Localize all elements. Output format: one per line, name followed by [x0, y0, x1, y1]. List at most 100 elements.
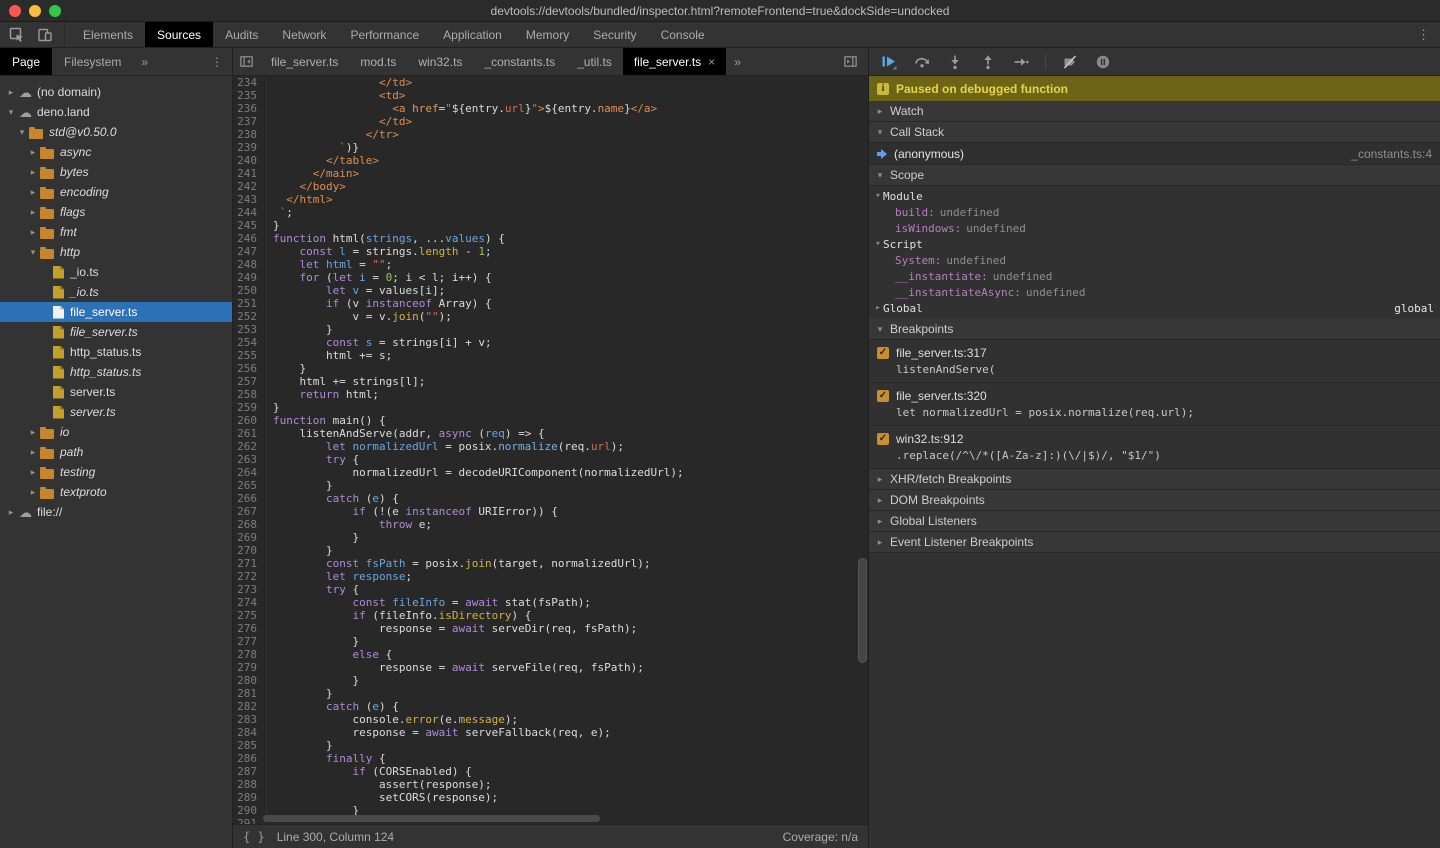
breakpoint-checkbox[interactable]: ✓: [877, 433, 889, 445]
line-number[interactable]: 261: [233, 427, 267, 440]
line-number[interactable]: 259: [233, 401, 267, 414]
main-tab-sources[interactable]: Sources: [145, 22, 213, 47]
breakpoint-checkbox[interactable]: ✓: [877, 347, 889, 359]
line-number[interactable]: 237: [233, 115, 267, 128]
editor-horizontal-scrollbar[interactable]: [263, 815, 600, 822]
tree-item-server.ts[interactable]: server.ts: [0, 382, 232, 402]
pretty-print-icon[interactable]: { }: [243, 830, 265, 844]
line-number[interactable]: 254: [233, 336, 267, 349]
line-number[interactable]: 247: [233, 245, 267, 258]
editor-tab-_constants.ts[interactable]: _constants.ts: [473, 48, 566, 75]
inspect-element-icon[interactable]: [8, 26, 26, 44]
line-number[interactable]: 266: [233, 492, 267, 505]
line-number[interactable]: 243: [233, 193, 267, 206]
scope-variable[interactable]: isWindows:undefined: [869, 220, 1440, 236]
call-stack-frame[interactable]: (anonymous)_constants.ts:4: [869, 143, 1440, 165]
main-tab-memory[interactable]: Memory: [514, 22, 581, 47]
breakpoint-checkbox[interactable]: ✓: [877, 390, 889, 402]
line-number[interactable]: 244: [233, 206, 267, 219]
line-number[interactable]: 279: [233, 661, 267, 674]
device-toolbar-icon[interactable]: [36, 26, 54, 44]
editor-tab-file_server.ts[interactable]: file_server.ts×: [623, 48, 726, 75]
tree-item-deno.land[interactable]: ▾☁deno.land: [0, 102, 232, 122]
line-number[interactable]: 250: [233, 284, 267, 297]
line-number[interactable]: 283: [233, 713, 267, 726]
tree-item-std@v0.50.0[interactable]: ▾std@v0.50.0: [0, 122, 232, 142]
line-number[interactable]: 248: [233, 258, 267, 271]
step-over-icon[interactable]: [913, 53, 931, 71]
line-number[interactable]: 240: [233, 154, 267, 167]
line-number[interactable]: 285: [233, 739, 267, 752]
main-tab-console[interactable]: Console: [649, 22, 717, 47]
line-number[interactable]: 272: [233, 570, 267, 583]
line-number[interactable]: 253: [233, 323, 267, 336]
line-number[interactable]: 252: [233, 310, 267, 323]
line-number[interactable]: 276: [233, 622, 267, 635]
main-menu-kebab-icon[interactable]: ⋮: [1407, 22, 1440, 47]
scope-group-script[interactable]: ▾Script: [869, 236, 1440, 252]
line-number[interactable]: 245: [233, 219, 267, 232]
main-tab-performance[interactable]: Performance: [338, 22, 431, 47]
tree-item-path[interactable]: ▸path: [0, 442, 232, 462]
line-number[interactable]: 269: [233, 531, 267, 544]
navigator-kebab-icon[interactable]: ⋮: [202, 48, 232, 75]
step-icon[interactable]: [1012, 53, 1030, 71]
line-number[interactable]: 242: [233, 180, 267, 193]
line-number[interactable]: 274: [233, 596, 267, 609]
section-watch[interactable]: ▸ Watch: [869, 101, 1440, 122]
step-out-icon[interactable]: [979, 53, 997, 71]
tree-item-async[interactable]: ▸async: [0, 142, 232, 162]
editor-tab-file_server.ts[interactable]: file_server.ts: [260, 48, 349, 75]
step-into-icon[interactable]: [946, 53, 964, 71]
line-number[interactable]: 255: [233, 349, 267, 362]
show-sidebar-icon[interactable]: [837, 54, 864, 69]
line-number[interactable]: 241: [233, 167, 267, 180]
close-tab-icon[interactable]: ×: [708, 55, 715, 69]
section-global-listeners[interactable]: ▸ Global Listeners: [869, 511, 1440, 532]
tree-item-flags[interactable]: ▸flags: [0, 202, 232, 222]
scope-group-module[interactable]: ▾Module: [869, 188, 1440, 204]
section-event-listener-breakpoints[interactable]: ▸ Event Listener Breakpoints: [869, 532, 1440, 553]
breakpoint-entry[interactable]: ✓win32.ts:912.replace(/^\/*([A-Za-z]:)(\…: [869, 426, 1440, 469]
scope-variable[interactable]: build:undefined: [869, 204, 1440, 220]
line-number[interactable]: 288: [233, 778, 267, 791]
pause-on-exceptions-icon[interactable]: [1094, 53, 1112, 71]
scope-variable[interactable]: __instantiateAsync:undefined: [869, 284, 1440, 300]
tree-item-io[interactable]: ▸io: [0, 422, 232, 442]
main-tab-elements[interactable]: Elements: [71, 22, 145, 47]
line-number[interactable]: 290: [233, 804, 267, 817]
line-number[interactable]: 235: [233, 89, 267, 102]
editor-tab-_util.ts[interactable]: _util.ts: [566, 48, 623, 75]
scope-variable[interactable]: System:undefined: [869, 252, 1440, 268]
line-number[interactable]: 234: [233, 76, 267, 89]
editor-vertical-scrollbar[interactable]: [858, 558, 867, 663]
line-number[interactable]: 271: [233, 557, 267, 570]
line-number[interactable]: 263: [233, 453, 267, 466]
main-tab-application[interactable]: Application: [431, 22, 514, 47]
tree-item-bytes[interactable]: ▸bytes: [0, 162, 232, 182]
line-number[interactable]: 256: [233, 362, 267, 375]
tree-item-http_status.ts[interactable]: http_status.ts: [0, 362, 232, 382]
line-number[interactable]: 236: [233, 102, 267, 115]
tree-item-http[interactable]: ▾http: [0, 242, 232, 262]
main-tab-security[interactable]: Security: [581, 22, 648, 47]
tree-item-server.ts[interactable]: server.ts: [0, 402, 232, 422]
line-number[interactable]: 239: [233, 141, 267, 154]
section-dom-breakpoints[interactable]: ▸ DOM Breakpoints: [869, 490, 1440, 511]
tab-filesystem[interactable]: Filesystem: [52, 48, 133, 75]
tree-item-file_server.ts[interactable]: file_server.ts: [0, 302, 232, 322]
tab-page[interactable]: Page: [0, 48, 52, 75]
main-tab-network[interactable]: Network: [270, 22, 338, 47]
line-number[interactable]: 282: [233, 700, 267, 713]
section-xhr-breakpoints[interactable]: ▸ XHR/fetch Breakpoints: [869, 469, 1440, 490]
scope-variable[interactable]: __instantiate:undefined: [869, 268, 1440, 284]
line-number[interactable]: 258: [233, 388, 267, 401]
line-number[interactable]: 286: [233, 752, 267, 765]
main-tab-audits[interactable]: Audits: [213, 22, 270, 47]
line-number[interactable]: 249: [233, 271, 267, 284]
tree-item-file_server.ts[interactable]: file_server.ts: [0, 322, 232, 342]
tree-item-nodomain[interactable]: ▸☁(no domain): [0, 82, 232, 102]
line-number[interactable]: 257: [233, 375, 267, 388]
line-number[interactable]: 262: [233, 440, 267, 453]
section-call-stack[interactable]: ▾ Call Stack: [869, 122, 1440, 143]
